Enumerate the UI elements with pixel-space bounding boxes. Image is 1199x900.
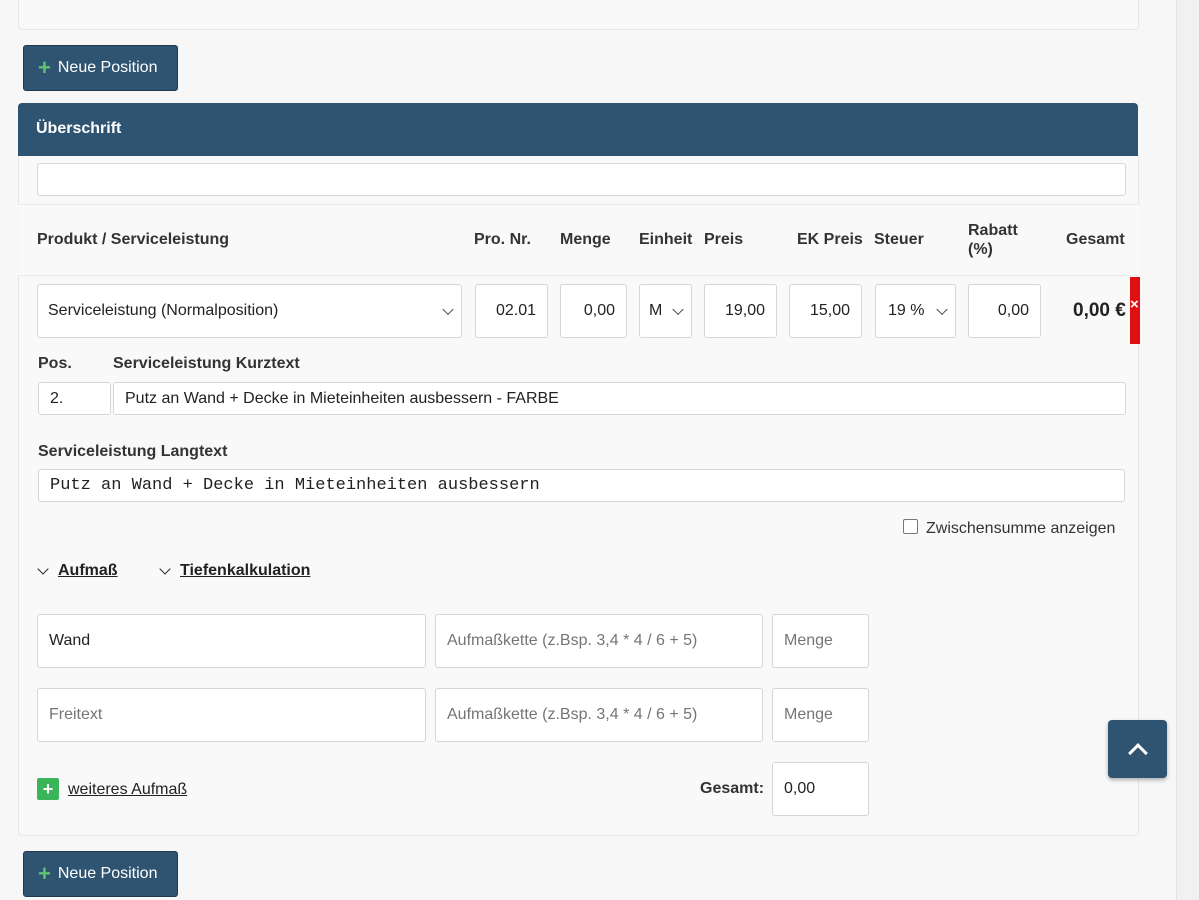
aufmass-chain-input[interactable] xyxy=(435,614,763,668)
aufmass-menge-input[interactable] xyxy=(772,688,869,742)
gesamt-input[interactable] xyxy=(772,762,869,816)
new-position-label: Neue Position xyxy=(57,59,158,76)
chevron-down-icon xyxy=(37,562,49,575)
scroll-to-top-button[interactable] xyxy=(1108,720,1167,778)
chevron-down-icon xyxy=(936,303,948,316)
chevron-up-icon xyxy=(1127,743,1148,763)
einheit-select[interactable]: M xyxy=(639,284,692,338)
new-position-label: Neue Position xyxy=(57,865,158,882)
aufmass-text-input[interactable] xyxy=(37,688,426,742)
chevron-down-icon xyxy=(442,303,454,316)
pos-input[interactable] xyxy=(38,382,111,415)
row-total: 0,00 € xyxy=(1073,300,1126,321)
col-menge: Menge xyxy=(560,231,611,248)
pos-label: Pos. xyxy=(38,355,72,372)
close-icon: × xyxy=(1130,296,1139,313)
plus-icon: + xyxy=(38,55,51,80)
new-position-button[interactable]: + Neue Position xyxy=(23,45,178,91)
col-steuer: Steuer xyxy=(874,231,924,248)
heading-input[interactable] xyxy=(37,163,1126,196)
col-preis: Preis xyxy=(704,231,744,248)
pro-nr-input[interactable] xyxy=(475,284,548,338)
col-einheit: Einheit xyxy=(639,231,693,248)
zwischensumme-checkbox[interactable] xyxy=(903,519,918,534)
steuer-select-value: 19 % xyxy=(888,302,925,319)
col-ek-preis: EK Preis xyxy=(797,231,863,248)
rabatt-input[interactable] xyxy=(968,284,1041,338)
steuer-select[interactable]: 19 % xyxy=(875,284,956,338)
einheit-select-value: M xyxy=(649,302,661,319)
tab-aufmass-label: Aufmaß xyxy=(58,562,118,579)
tab-aufmass[interactable]: Aufmaß xyxy=(37,562,118,580)
plus-icon[interactable]: + xyxy=(37,778,59,800)
tab-tiefenkalkulation[interactable]: Tiefenkalkulation xyxy=(159,562,311,580)
langtext-label: Serviceleistung Langtext xyxy=(38,443,228,460)
position-header: Überschrift xyxy=(18,103,1138,156)
langtext-value: Putz an Wand + Decke in Mieteinheiten au… xyxy=(50,476,540,495)
delete-position-button[interactable]: × xyxy=(1130,277,1140,344)
aufmass-chain-input[interactable] xyxy=(435,688,763,742)
aufmass-text-input[interactable] xyxy=(37,614,426,668)
product-select-value: Serviceleistung (Normalposition) xyxy=(48,302,279,319)
menge-input[interactable] xyxy=(560,284,627,338)
langtext-textarea[interactable]: Putz an Wand + Decke in Mieteinheiten au… xyxy=(38,469,1125,502)
kurztext-input[interactable] xyxy=(113,382,1126,415)
header-title: Überschrift xyxy=(36,120,122,137)
chevron-down-icon xyxy=(159,562,171,575)
kurztext-label: Serviceleistung Kurztext xyxy=(113,355,300,372)
gesamt-label: Gesamt: xyxy=(700,780,765,797)
chevron-down-icon xyxy=(672,303,684,316)
ek-preis-input[interactable] xyxy=(789,284,862,338)
col-product: Produkt / Serviceleistung xyxy=(37,231,230,248)
previous-position-card xyxy=(18,0,1139,30)
col-pro-nr: Pro. Nr. xyxy=(474,231,531,248)
page-scrollbar[interactable] xyxy=(1176,0,1199,900)
zwischensumme-label: Zwischensumme anzeigen xyxy=(926,520,1116,537)
aufmass-menge-input[interactable] xyxy=(772,614,869,668)
new-position-button-bottom[interactable]: + Neue Position xyxy=(23,851,178,897)
col-rabatt: Rabatt (%) xyxy=(968,222,1018,258)
plus-icon: + xyxy=(38,861,51,886)
weiteres-aufmass-link[interactable]: weiteres Aufmaß xyxy=(68,781,187,799)
col-gesamt: Gesamt xyxy=(1066,231,1125,248)
product-select[interactable]: Serviceleistung (Normalposition) xyxy=(37,284,462,338)
preis-input[interactable] xyxy=(704,284,777,338)
tab-tiefenkalkulation-label: Tiefenkalkulation xyxy=(180,562,311,579)
